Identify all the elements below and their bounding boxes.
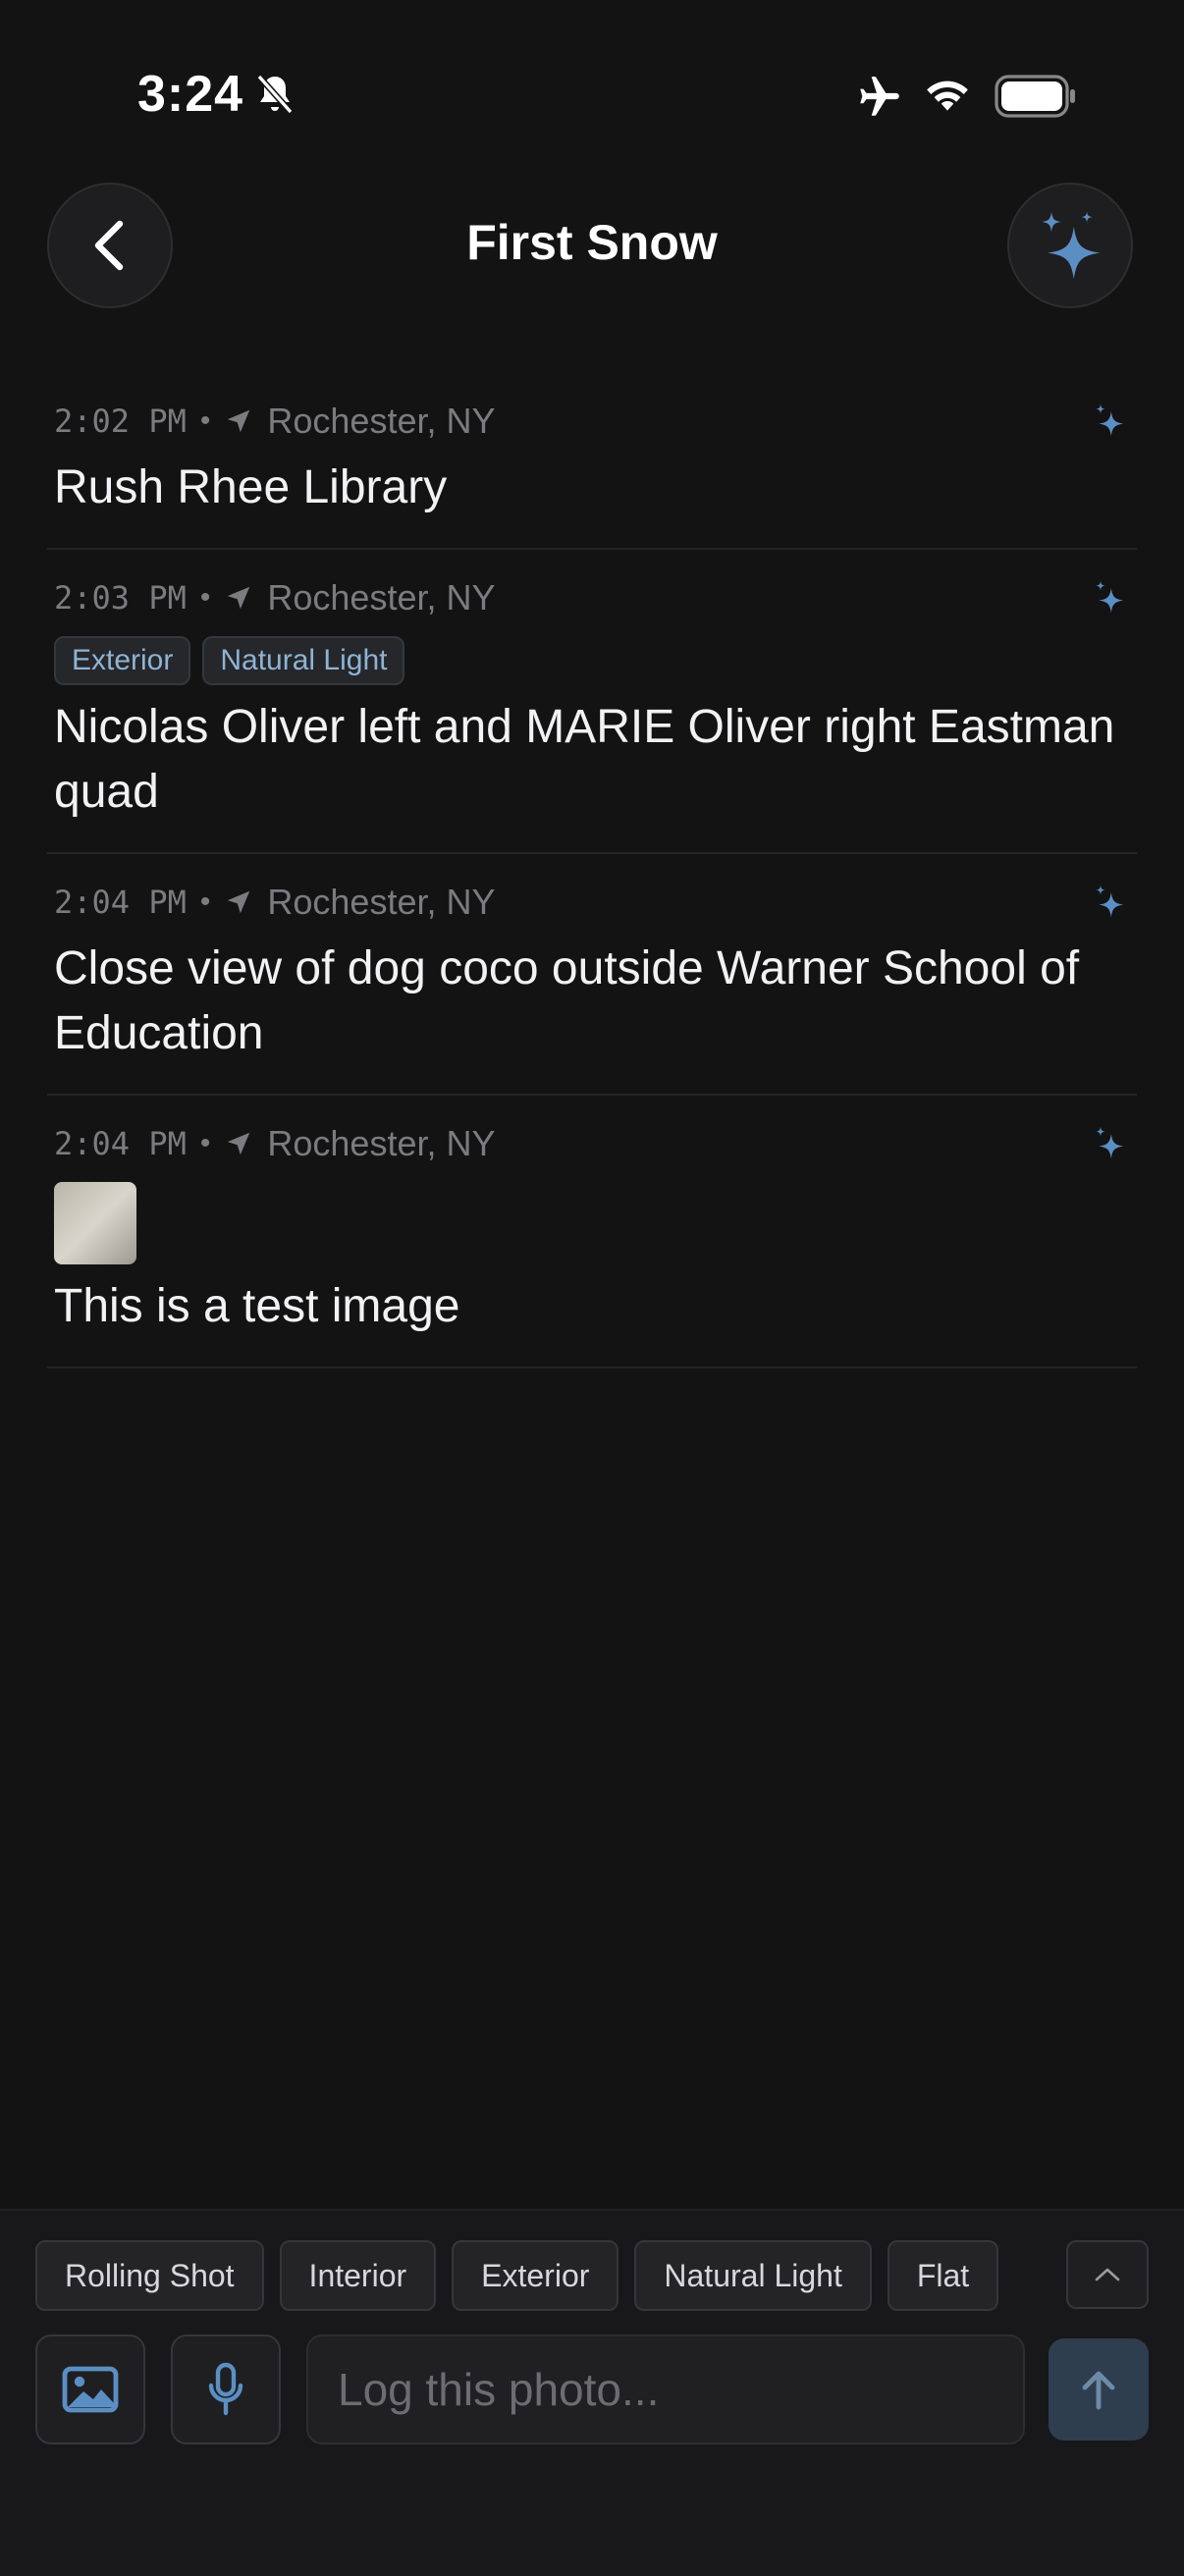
log-entries-list: 2:02 PM • Rochester, NY Rush Rhee Librar… [47, 373, 1137, 1368]
arrow-up-icon [1082, 2371, 1115, 2410]
location-arrow-icon [228, 586, 250, 610]
entry-meta: 2:02 PM • Rochester, NY [54, 397, 1130, 446]
entry-meta: 2:03 PM • Rochester, NY [54, 573, 1130, 622]
meta-separator: • [199, 581, 211, 614]
ai-sparkle-button[interactable] [1007, 183, 1133, 308]
bell-muted-icon [256, 74, 294, 115]
location-arrow-icon [228, 890, 250, 914]
photo-thumbnail[interactable] [54, 1182, 136, 1264]
entry-text: Nicolas Oliver left and MARIE Oliver rig… [54, 701, 1115, 818]
tag-exterior[interactable]: Exterior [54, 636, 191, 685]
expand-tags-button[interactable] [1066, 2240, 1149, 2309]
location-arrow-icon [228, 1132, 250, 1155]
entry-text: Close view of dog coco outside Warner Sc… [54, 942, 1080, 1059]
microphone-button[interactable] [171, 2334, 281, 2444]
log-entry[interactable]: 2:04 PM • Rochester, NY Close view of do… [47, 854, 1137, 1096]
image-icon [62, 2366, 119, 2413]
tag-natural-light[interactable]: Natural Light [202, 636, 405, 685]
airplane-mode-icon [860, 77, 899, 116]
entry-location: Rochester, NY [267, 401, 496, 441]
chip-flat[interactable]: Flat [887, 2240, 999, 2311]
entry-text: This is a test image [54, 1280, 460, 1332]
chip-natural-light[interactable]: Natural Light [634, 2240, 872, 2311]
entry-time: 2:02 PM [54, 402, 187, 440]
sparkles-icon[interactable] [1092, 579, 1127, 615]
wifi-icon [927, 80, 968, 111]
chip-interior[interactable]: Interior [279, 2240, 437, 2311]
chevron-up-icon [1095, 2268, 1120, 2281]
microphone-icon [208, 2362, 243, 2416]
composer-panel: Rolling Shot Interior Exterior Natural Ligh… [0, 2209, 1184, 2576]
entry-meta: 2:04 PM • Rochester, NY [54, 1119, 1130, 1168]
entry-tags: Exterior Natural Light [54, 636, 1130, 685]
location-arrow-icon [228, 409, 250, 433]
sparkles-icon[interactable] [1092, 402, 1127, 438]
chip-exterior[interactable]: Exterior [452, 2240, 619, 2311]
battery-icon [995, 75, 1075, 118]
meta-separator: • [199, 404, 211, 437]
entry-text: Rush Rhee Library [54, 461, 448, 513]
meta-separator: • [199, 1127, 211, 1159]
log-entry[interactable]: 2:04 PM • Rochester, NY This is a test i… [47, 1096, 1137, 1368]
entry-time: 2:04 PM [54, 884, 187, 921]
chip-rolling-shot[interactable]: Rolling Shot [35, 2240, 264, 2311]
add-photo-button[interactable] [35, 2334, 145, 2444]
entry-location: Rochester, NY [267, 577, 496, 617]
log-photo-input[interactable] [306, 2334, 1025, 2444]
entry-meta: 2:04 PM • Rochester, NY [54, 878, 1130, 927]
meta-separator: • [199, 886, 211, 918]
sparkles-icon[interactable] [1092, 1125, 1127, 1160]
sparkles-icon [1042, 211, 1101, 280]
quick-tag-chips[interactable]: Rolling Shot Interior Exterior Natural Ligh… [35, 2240, 1062, 2311]
sparkles-icon[interactable] [1092, 884, 1127, 919]
send-button[interactable] [1049, 2338, 1149, 2441]
log-entry[interactable]: 2:03 PM • Rochester, NY Exterior Natural… [47, 550, 1137, 854]
entry-location: Rochester, NY [267, 1123, 496, 1163]
status-time: 3:24 [137, 66, 244, 123]
entry-time: 2:04 PM [54, 1125, 187, 1162]
log-entry[interactable]: 2:02 PM • Rochester, NY Rush Rhee Librar… [47, 373, 1137, 550]
status-bar: 3:24 [0, 0, 1184, 187]
entry-location: Rochester, NY [267, 882, 496, 922]
entry-time: 2:03 PM [54, 579, 187, 617]
